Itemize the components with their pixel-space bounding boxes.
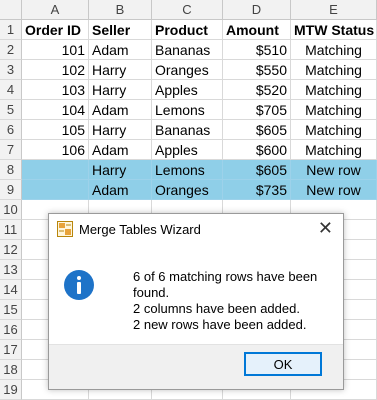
cell-seller[interactable]: Adam	[89, 100, 152, 120]
table-row-new: 9 Adam Oranges $735 New row	[0, 180, 377, 200]
close-icon[interactable]: ✕	[318, 219, 333, 237]
row-number[interactable]: 16	[0, 320, 22, 340]
cell-seller[interactable]: Adam	[89, 40, 152, 60]
cell-amount[interactable]: $605	[223, 120, 291, 140]
cell-product[interactable]: Bananas	[152, 40, 223, 60]
header-cell-product[interactable]: Product	[152, 20, 223, 40]
row-number[interactable]: 1	[0, 20, 22, 40]
row-number[interactable]: 17	[0, 340, 22, 360]
cell-seller[interactable]: Harry	[89, 160, 152, 180]
cell-order-id[interactable]: 102	[22, 60, 89, 80]
cell-order-id[interactable]: 105	[22, 120, 89, 140]
header-cell-mtw-status[interactable]: MTW Status	[291, 20, 377, 40]
table-row: 6 105 Harry Bananas $605 Matching	[0, 120, 377, 140]
cell-amount[interactable]: $520	[223, 80, 291, 100]
message-line: 6 of 6 matching rows have been found.	[133, 269, 318, 300]
cell-mtw-status[interactable]: Matching	[291, 60, 377, 80]
column-header-e[interactable]: E	[291, 0, 377, 20]
cell-product[interactable]: Lemons	[152, 100, 223, 120]
cell-amount[interactable]: $705	[223, 100, 291, 120]
row-number[interactable]: 2	[0, 40, 22, 60]
row-number[interactable]: 19	[0, 380, 22, 400]
dialog-titlebar[interactable]: Merge Tables Wizard ✕	[49, 214, 343, 244]
table-header-row: 1 Order ID Seller Product Amount MTW Sta…	[0, 20, 377, 40]
cell-amount[interactable]: $605	[223, 160, 291, 180]
header-cell-amount[interactable]: Amount	[223, 20, 291, 40]
row-number[interactable]: 7	[0, 140, 22, 160]
cell-mtw-status[interactable]: Matching	[291, 120, 377, 140]
cell-mtw-status[interactable]: Matching	[291, 140, 377, 160]
cell-order-id[interactable]: 103	[22, 80, 89, 100]
column-header-row: A B C D E	[0, 0, 377, 20]
dialog-title: Merge Tables Wizard	[79, 222, 201, 237]
table-row: 2 101 Adam Bananas $510 Matching	[0, 40, 377, 60]
cell-order-id[interactable]: 101	[22, 40, 89, 60]
row-number[interactable]: 5	[0, 100, 22, 120]
row-number[interactable]: 11	[0, 220, 22, 240]
cell-product[interactable]: Oranges	[152, 60, 223, 80]
cell-mtw-status[interactable]: New row	[291, 160, 377, 180]
row-number[interactable]: 18	[0, 360, 22, 380]
row-number[interactable]: 3	[0, 60, 22, 80]
cell-mtw-status[interactable]: New row	[291, 180, 377, 200]
cell-seller[interactable]: Harry	[89, 80, 152, 100]
cell-order-id[interactable]	[22, 160, 89, 180]
cell-mtw-status[interactable]: Matching	[291, 80, 377, 100]
column-header-d[interactable]: D	[223, 0, 291, 20]
info-icon	[63, 269, 95, 301]
column-header-a[interactable]: A	[22, 0, 89, 20]
cell-order-id[interactable]: 106	[22, 140, 89, 160]
row-number[interactable]: 4	[0, 80, 22, 100]
row-number[interactable]: 14	[0, 280, 22, 300]
dialog-message: 6 of 6 matching rows have been found. 2 …	[133, 269, 343, 333]
row-number[interactable]: 6	[0, 120, 22, 140]
cell-amount[interactable]: $550	[223, 60, 291, 80]
table-row-new: 8 Harry Lemons $605 New row	[0, 160, 377, 180]
cell-product[interactable]: Lemons	[152, 160, 223, 180]
cell-order-id[interactable]	[22, 180, 89, 200]
table-row: 5 104 Adam Lemons $705 Matching	[0, 100, 377, 120]
row-number[interactable]: 8	[0, 160, 22, 180]
cell-product[interactable]: Apples	[152, 140, 223, 160]
column-header-b[interactable]: B	[89, 0, 152, 20]
cell-product[interactable]: Apples	[152, 80, 223, 100]
header-cell-order-id[interactable]: Order ID	[22, 20, 89, 40]
cell-product[interactable]: Oranges	[152, 180, 223, 200]
row-number[interactable]: 9	[0, 180, 22, 200]
merge-tables-app-icon	[57, 221, 73, 237]
ok-button[interactable]: OK	[244, 352, 322, 376]
cell-amount[interactable]: $735	[223, 180, 291, 200]
dialog-footer: OK	[49, 344, 343, 389]
row-number[interactable]: 12	[0, 240, 22, 260]
table-row: 3 102 Harry Oranges $550 Matching	[0, 60, 377, 80]
table-row: 4 103 Harry Apples $520 Matching	[0, 80, 377, 100]
cell-seller[interactable]: Adam	[89, 180, 152, 200]
cell-seller[interactable]: Adam	[89, 140, 152, 160]
cell-seller[interactable]: Harry	[89, 60, 152, 80]
cell-amount[interactable]: $510	[223, 40, 291, 60]
row-number[interactable]: 15	[0, 300, 22, 320]
table-row: 7 106 Adam Apples $600 Matching	[0, 140, 377, 160]
select-all-corner[interactable]	[0, 0, 22, 20]
cell-mtw-status[interactable]: Matching	[291, 40, 377, 60]
row-number[interactable]: 13	[0, 260, 22, 280]
cell-order-id[interactable]: 104	[22, 100, 89, 120]
row-number[interactable]: 10	[0, 200, 22, 220]
column-header-c[interactable]: C	[152, 0, 223, 20]
cell-mtw-status[interactable]: Matching	[291, 100, 377, 120]
cell-seller[interactable]: Harry	[89, 120, 152, 140]
header-cell-seller[interactable]: Seller	[89, 20, 152, 40]
cell-product[interactable]: Bananas	[152, 120, 223, 140]
message-line: 2 new rows have been added.	[133, 317, 307, 332]
cell-amount[interactable]: $600	[223, 140, 291, 160]
message-line: 2 columns have been added.	[133, 301, 300, 316]
merge-tables-wizard-dialog: Merge Tables Wizard ✕ 6 of 6 matching ro…	[48, 213, 344, 390]
